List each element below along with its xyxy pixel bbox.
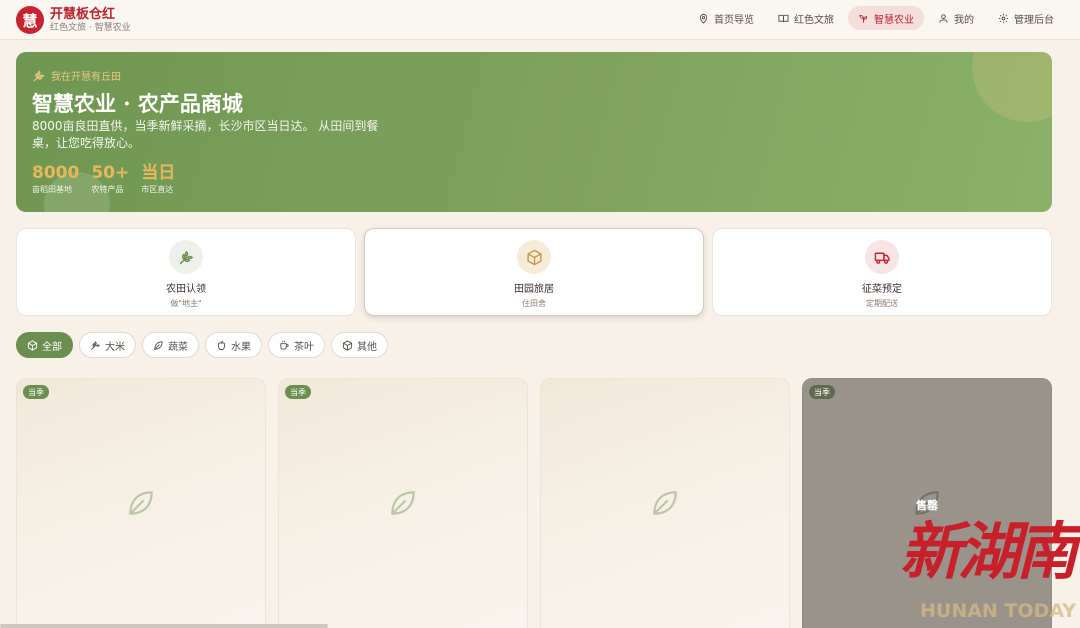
brand-subtitle: 红色文旅 · 智慧农业 bbox=[50, 22, 131, 33]
sprout-icon bbox=[859, 14, 868, 23]
hero-stats: 8000 亩稻田基地 50+ 农特产品 当日 市区直达 bbox=[32, 162, 175, 195]
main-nav: 首页导览 红色文旅 智慧农业 我的 管理后台 bbox=[688, 6, 1064, 30]
service-title: 农田认领 bbox=[166, 284, 206, 295]
package-icon bbox=[342, 339, 353, 351]
service-subtitle: 做"地主" bbox=[170, 299, 202, 308]
hero-description: 8000亩良田直供，当季新鲜采摘，长沙市区当日达。 从田间到餐桌，让您吃得放心。 bbox=[32, 119, 379, 150]
nav-label: 首页导览 bbox=[714, 14, 754, 26]
filter-chip-vegetables[interactable]: 蔬菜 bbox=[142, 332, 199, 358]
brand-title: 开慧板仓红 bbox=[50, 6, 116, 22]
package-icon bbox=[27, 339, 38, 351]
filter-chip-other[interactable]: 其他 bbox=[331, 332, 388, 358]
top-header: 慧 开慧板仓红 红色文旅 · 智慧农业 首页导览 红色文旅 智慧农业 我的 管理… bbox=[0, 0, 1080, 40]
watermark-logo: 新湖南 bbox=[900, 515, 1078, 588]
nav-item-admin[interactable]: 管理后台 bbox=[988, 6, 1064, 30]
product-card[interactable] bbox=[540, 378, 790, 628]
stat-value: 8000 bbox=[32, 163, 80, 183]
service-subtitle: 住田舍 bbox=[522, 299, 546, 308]
season-badge: 当季 bbox=[809, 385, 835, 399]
nav-item-red-culture[interactable]: 红色文旅 bbox=[768, 6, 844, 30]
product-card[interactable]: 当季 bbox=[278, 378, 528, 628]
filter-chip-label: 其他 bbox=[357, 341, 377, 353]
hero-tag-text: 我在开慧有丘田 bbox=[51, 72, 121, 83]
service-card-vegetable-order[interactable]: 征菜预定 定期配送 bbox=[712, 228, 1052, 316]
stat-item: 50+ 农特产品 bbox=[91, 162, 129, 195]
stat-label: 亩稻田基地 bbox=[32, 185, 72, 194]
hero-decoration bbox=[972, 52, 1052, 122]
filter-chip-rice[interactable]: 大米 bbox=[79, 332, 136, 358]
truck-icon bbox=[874, 252, 890, 264]
stat-label: 农特产品 bbox=[91, 185, 124, 194]
hero-tag: 我在开慧有丘田 bbox=[32, 68, 121, 83]
season-badge: 当季 bbox=[285, 385, 311, 399]
filter-chip-tea[interactable]: 茶叶 bbox=[268, 332, 325, 358]
watermark-subtitle: HUNAN TODAY bbox=[920, 600, 1076, 622]
nav-item-home[interactable]: 首页导览 bbox=[688, 6, 764, 30]
product-card[interactable]: 当季 bbox=[16, 378, 266, 628]
map-pin-icon bbox=[699, 13, 708, 24]
filter-chip-label: 水果 bbox=[231, 341, 251, 353]
apple-icon bbox=[217, 340, 226, 350]
stat-item: 当日 市区直达 bbox=[141, 162, 175, 195]
filter-chip-label: 蔬菜 bbox=[168, 341, 188, 353]
package-icon bbox=[526, 249, 542, 265]
season-badge: 当季 bbox=[23, 385, 49, 399]
nav-item-mine[interactable]: 我的 bbox=[928, 6, 984, 30]
filter-chip-label: 全部 bbox=[42, 341, 62, 353]
stat-value: 50+ bbox=[91, 163, 130, 183]
horizontal-scrollbar[interactable] bbox=[0, 624, 328, 628]
service-title: 田园旅居 bbox=[514, 284, 554, 295]
service-card-farm-adopt[interactable]: 农田认领 做"地主" bbox=[16, 228, 356, 316]
leaf-placeholder-icon bbox=[391, 491, 415, 515]
leaf-placeholder-icon bbox=[653, 491, 677, 515]
leaf-placeholder-icon bbox=[129, 491, 153, 515]
wheat-icon bbox=[33, 70, 45, 82]
cup-icon bbox=[280, 340, 289, 350]
gear-icon bbox=[998, 13, 1009, 23]
brand[interactable]: 慧 开慧板仓红 红色文旅 · 智慧农业 bbox=[16, 4, 131, 36]
service-card-countryside-stay[interactable]: 田园旅居 住田舍 bbox=[364, 228, 704, 316]
soldout-label: 售罄 bbox=[916, 499, 938, 512]
service-subtitle: 定期配送 bbox=[866, 299, 898, 308]
filter-chip-label: 大米 bbox=[105, 341, 125, 353]
product-card-soldout[interactable]: 当季 售罄 bbox=[802, 378, 1052, 628]
service-title: 征菜预定 bbox=[862, 284, 902, 295]
filter-chip-all[interactable]: 全部 bbox=[16, 332, 73, 358]
nav-label: 智慧农业 bbox=[874, 14, 914, 26]
nav-label: 红色文旅 bbox=[794, 14, 834, 26]
filter-chip-label: 茶叶 bbox=[294, 341, 314, 353]
leaf-icon bbox=[154, 340, 163, 350]
stat-label: 市区直达 bbox=[141, 185, 174, 194]
hero-title: 智慧农业 · 农产品商城 bbox=[32, 91, 243, 116]
filter-chip-fruit[interactable]: 水果 bbox=[205, 332, 262, 358]
stat-value: 当日 bbox=[141, 163, 176, 183]
stat-item: 8000 亩稻田基地 bbox=[32, 162, 79, 195]
nav-item-smart-agri[interactable]: 智慧农业 bbox=[848, 6, 924, 30]
hero-banner: 我在开慧有丘田 智慧农业 · 农产品商城 8000亩良田直供，当季新鲜采摘，长沙… bbox=[16, 52, 1052, 212]
book-open-icon bbox=[778, 14, 789, 22]
wheat-icon bbox=[179, 250, 193, 264]
user-icon bbox=[939, 13, 948, 23]
brand-logo: 慧 bbox=[16, 6, 44, 34]
wheat-icon bbox=[91, 340, 100, 350]
nav-label: 我的 bbox=[954, 14, 974, 26]
nav-label: 管理后台 bbox=[1014, 14, 1054, 26]
category-filters: 全部 大米 蔬菜 水果 茶叶 其他 bbox=[16, 332, 388, 358]
